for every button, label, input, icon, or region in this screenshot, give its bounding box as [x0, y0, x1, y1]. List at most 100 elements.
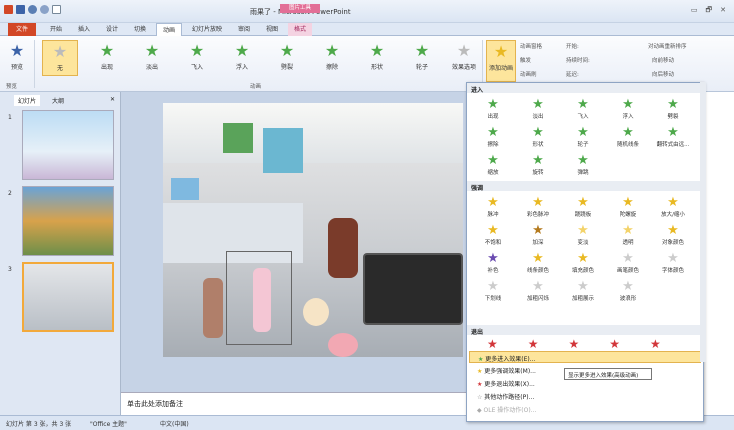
emphasis-teeter[interactable]: ★ 跷跷板	[561, 195, 605, 219]
effect-label: 跷跷板	[574, 212, 592, 218]
undo-icon[interactable]	[28, 5, 37, 14]
star-icon: ★	[52, 42, 68, 61]
tab-format[interactable]: 格式	[288, 23, 313, 36]
emphasis-fill-color[interactable]: ★ 填充颜色	[561, 251, 605, 275]
tab-insert[interactable]: 插入	[72, 23, 96, 36]
animation-appear[interactable]: ★ 出现	[89, 40, 125, 76]
entrance-appear[interactable]: ★ 出现	[471, 97, 515, 121]
trigger-button[interactable]: 触发	[520, 56, 531, 64]
emphasis-color-pulse[interactable]: ★ 彩色脉冲	[516, 195, 560, 219]
entrance-zoom[interactable]: ★ 缩放	[471, 153, 515, 177]
emphasis-bold-reveal[interactable]: ★ 加粗展示	[561, 279, 605, 303]
slide-thumbnail-1[interactable]	[22, 110, 114, 180]
close-panel-icon[interactable]: ✕	[106, 95, 119, 104]
tab-animations[interactable]: 动画	[156, 23, 183, 36]
add-animation-button[interactable]: ★ 添加动画	[486, 40, 516, 82]
effect-label: 填充颜色	[571, 268, 594, 274]
animation-wheel[interactable]: ★ 轮子	[404, 40, 440, 76]
star-icon: ★	[667, 125, 679, 140]
emphasis-darken[interactable]: ★ 加深	[516, 223, 560, 247]
slide-thumbnail-3[interactable]	[22, 262, 114, 332]
tab-design[interactable]: 设计	[100, 23, 124, 36]
emphasis-complementary[interactable]: ★ 补色	[471, 251, 515, 275]
slide-thumbnail-2[interactable]	[22, 186, 114, 256]
star-icon: ★	[487, 195, 499, 210]
entrance-grow-turn[interactable]: ★ 翻转式由远...	[651, 125, 695, 149]
emphasis-line-color[interactable]: ★ 线条颜色	[516, 251, 560, 275]
entrance-wipe[interactable]: ★ 擦除	[471, 125, 515, 149]
emphasis-underline[interactable]: ★ 下划线	[471, 279, 515, 303]
emphasis-pulse[interactable]: ★ 脉冲	[471, 195, 515, 219]
minimize-icon[interactable]: ▭	[691, 6, 698, 17]
tab-transitions[interactable]: 切换	[128, 23, 152, 36]
star-icon: ★	[667, 251, 679, 266]
entrance-fade[interactable]: ★ 淡出	[516, 97, 560, 121]
emphasis-font-color[interactable]: ★ 字体颜色	[651, 251, 695, 275]
new-file-icon[interactable]	[52, 5, 61, 14]
animation-wipe[interactable]: ★ 擦除	[314, 40, 350, 76]
tab-slideshow[interactable]: 幻灯片放映	[186, 23, 228, 36]
more-entrance-effects[interactable]: ★ 更多进入效果(E)...	[469, 351, 701, 363]
close-icon[interactable]: ✕	[720, 6, 726, 17]
tab-outline[interactable]: 大纲	[48, 95, 68, 106]
animation-split[interactable]: ★ 劈裂	[269, 40, 305, 76]
ribbon-tabs: 文件 开始 插入 设计 切换 动画 幻灯片放映 审阅 视图 格式	[0, 23, 734, 36]
animation-fly-in[interactable]: ★ 飞入	[179, 40, 215, 76]
animation-none[interactable]: ★ 无	[42, 40, 78, 76]
entrance-wheel[interactable]: ★ 轮子	[561, 125, 605, 149]
gallery-scrollbar[interactable]	[700, 82, 706, 362]
emphasis-bold-flash[interactable]: ★ 加粗闪烁	[516, 279, 560, 303]
animation-label: 无	[56, 65, 63, 72]
tab-review[interactable]: 审阅	[232, 23, 256, 36]
animation-shape[interactable]: ★ 形状	[359, 40, 395, 76]
entrance-bounce[interactable]: ★ 弹跳	[561, 153, 605, 177]
redo-icon[interactable]	[40, 5, 49, 14]
effect-label: 轮子	[577, 142, 589, 148]
emphasis-lighten[interactable]: ★ 变淡	[561, 223, 605, 247]
animation-painter-button[interactable]: 动画刷	[520, 70, 537, 78]
effect-options-button[interactable]: ★ 效果选项	[448, 40, 480, 76]
emphasis-spin[interactable]: ★ 陀螺旋	[606, 195, 650, 219]
selection-box[interactable]	[226, 251, 292, 345]
emphasis-brush-color[interactable]: ★ 画笔颜色	[606, 251, 650, 275]
notes-area[interactable]: 单击此处添加备注	[121, 392, 466, 415]
star-icon: ★	[577, 195, 589, 210]
more-motion-paths[interactable]: ☆ 其他动作路径(P)...	[469, 390, 701, 402]
restore-icon[interactable]: 🗗	[706, 6, 713, 17]
section-emphasis: 强调	[467, 181, 703, 192]
current-slide[interactable]	[163, 103, 463, 357]
effect-label: 加粗展示	[571, 296, 594, 302]
tab-file[interactable]: 文件	[8, 23, 36, 36]
tab-view[interactable]: 视图	[260, 23, 284, 36]
animation-fade[interactable]: ★ 淡出	[134, 40, 170, 76]
entrance-split[interactable]: ★ 劈裂	[651, 97, 695, 121]
entrance-float-in[interactable]: ★ 浮入	[606, 97, 650, 121]
move-earlier-button[interactable]: 向前移动	[652, 56, 674, 64]
emphasis-desaturate[interactable]: ★ 不饱和	[471, 223, 515, 247]
slide-number: 3	[8, 266, 12, 273]
effect-label: 补色	[487, 268, 499, 274]
emphasis-wave[interactable]: ★ 波浪形	[606, 279, 650, 303]
ole-action-verbs[interactable]: ◆ OLE 操作动作(O)...	[469, 403, 701, 415]
entrance-random-bars[interactable]: ★ 随机线条	[606, 125, 650, 149]
delay-label: 延迟:	[566, 72, 579, 78]
effect-options-icon: ★	[456, 41, 472, 60]
preview-button[interactable]: ★ 预览	[2, 40, 32, 76]
group-separator	[34, 40, 35, 88]
entrance-fly-in[interactable]: ★ 飞入	[561, 97, 605, 121]
animation-float-in[interactable]: ★ 浮入	[224, 40, 260, 76]
save-icon[interactable]	[16, 5, 25, 14]
emphasis-transparency[interactable]: ★ 透明	[606, 223, 650, 247]
emphasis-grow-shrink[interactable]: ★ 放大/缩小	[651, 195, 695, 219]
wall-picture	[223, 123, 253, 153]
animation-pane-button[interactable]: 动画窗格	[520, 42, 542, 50]
star-icon: ★	[487, 125, 499, 140]
animation-group-label: 动画	[250, 84, 262, 90]
move-later-button[interactable]: 向后移动	[652, 70, 674, 78]
tab-slides[interactable]: 幻灯片	[14, 95, 41, 106]
emphasis-object-color[interactable]: ★ 对象颜色	[651, 223, 695, 247]
tab-home[interactable]: 开始	[44, 23, 68, 36]
star-icon: ★	[577, 97, 589, 112]
entrance-swivel[interactable]: ★ 旋转	[516, 153, 560, 177]
entrance-shape[interactable]: ★ 形状	[516, 125, 560, 149]
